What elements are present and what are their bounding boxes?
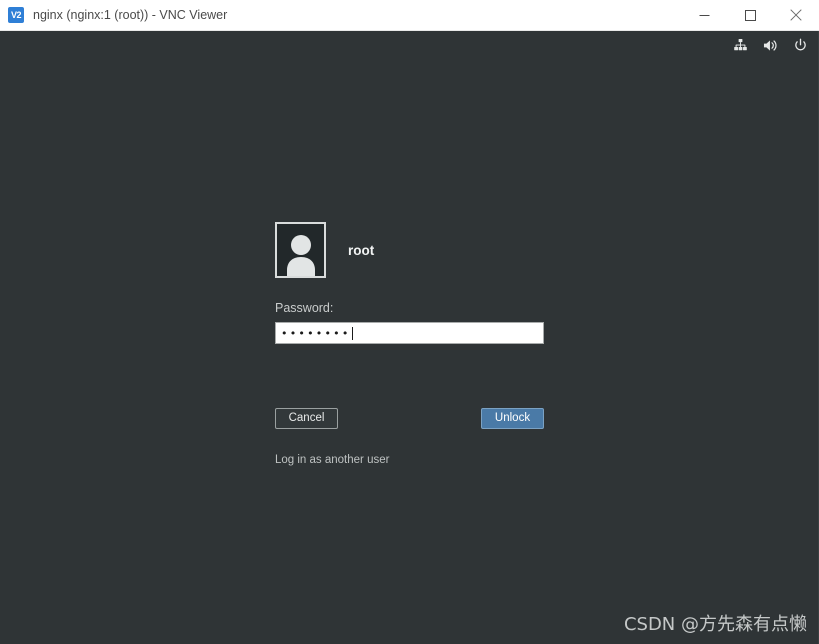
remote-desktop-viewport[interactable]: root Password: •••••••• Cancel Unlock Lo… — [0, 31, 819, 644]
dialog-button-row: Cancel Unlock — [275, 408, 544, 429]
close-button[interactable] — [773, 0, 819, 31]
close-icon — [790, 9, 802, 21]
maximize-icon — [744, 9, 756, 21]
password-masked-value: •••••••• — [281, 326, 351, 340]
window-titlebar[interactable]: V2 nginx (nginx:1 (root)) - VNC Viewer — [0, 0, 819, 31]
unlock-button[interactable]: Unlock — [481, 408, 544, 429]
vnc-viewer-window: V2 nginx (nginx:1 (root)) - VNC Viewer r… — [0, 0, 819, 644]
person-icon — [286, 235, 315, 276]
password-input[interactable]: •••••••• — [275, 322, 544, 344]
network-icon[interactable] — [732, 37, 749, 54]
window-title: nginx (nginx:1 (root)) - VNC Viewer — [33, 8, 228, 22]
watermark-text: CSDN @方先森有点懒 — [623, 614, 807, 635]
minimize-icon — [699, 10, 710, 21]
system-tray — [732, 33, 809, 57]
user-row: root — [275, 222, 575, 278]
maximize-button[interactable] — [727, 0, 773, 31]
unlock-dialog: root Password: •••••••• Cancel Unlock Lo… — [275, 222, 575, 466]
text-caret — [351, 326, 353, 340]
vnc-viewer-icon: V2 — [8, 7, 24, 23]
minimize-button[interactable] — [681, 0, 727, 31]
power-icon[interactable] — [792, 37, 809, 54]
password-label: Password: — [275, 301, 334, 315]
username-label: root — [348, 242, 375, 258]
user-avatar[interactable] — [275, 222, 326, 278]
cancel-button[interactable]: Cancel — [275, 408, 338, 429]
volume-icon[interactable] — [762, 37, 779, 54]
login-as-another-user-link[interactable]: Log in as another user — [275, 454, 575, 466]
